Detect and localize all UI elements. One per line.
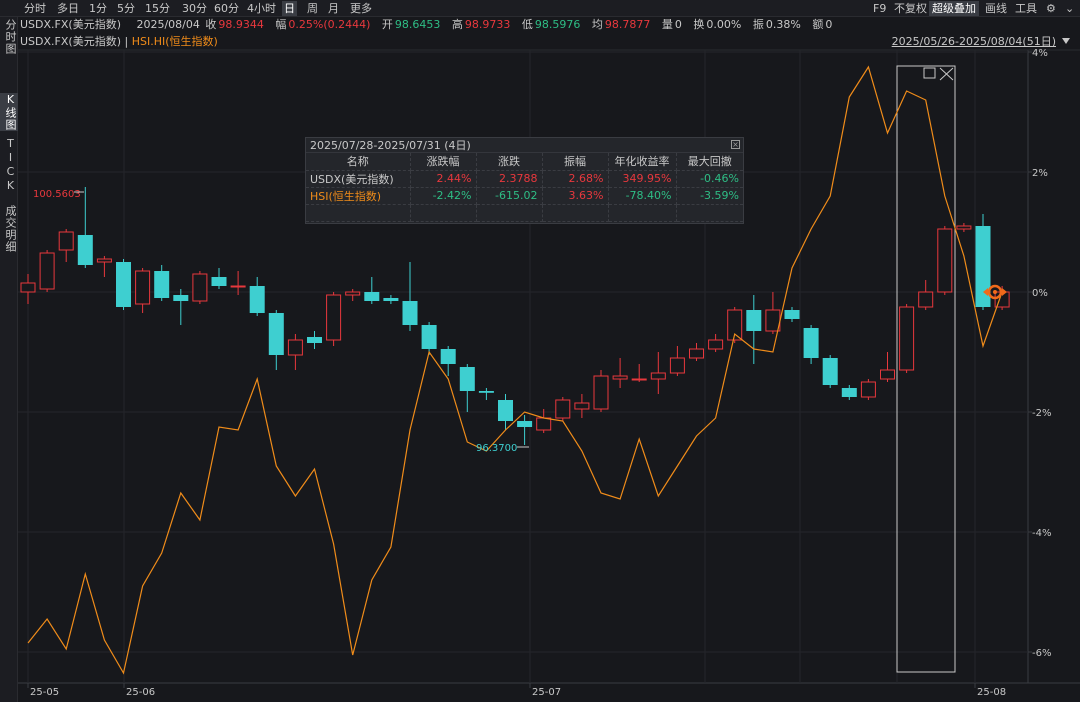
candle-body (669, 357, 685, 374)
candle-body (593, 375, 609, 410)
y-tick-label: -2% (1032, 408, 1051, 419)
candle-body (956, 225, 972, 230)
candle-body (708, 339, 724, 350)
y-tick-label: 0% (1032, 288, 1048, 299)
candle-body (478, 391, 494, 393)
stats-chg: 2.3788 (476, 170, 543, 188)
close-icon[interactable]: × (731, 140, 740, 149)
candle-body (517, 421, 533, 427)
y-tick-label: 4% (1032, 48, 1048, 59)
candle-body (841, 388, 857, 397)
candle-body (498, 400, 513, 421)
min-price-label: 96.3700 (476, 443, 517, 454)
candle-body (880, 369, 895, 380)
stats-header: 涨跌幅 (410, 153, 477, 171)
y-tick-label: -4% (1032, 528, 1051, 539)
stats-dd: -3.59% (676, 187, 743, 205)
stats-annual: 349.95% (608, 170, 677, 188)
x-tick-label: 25-07 (532, 687, 561, 698)
candle-body (116, 262, 131, 307)
candle-body (135, 270, 151, 305)
candle-body (39, 252, 55, 290)
candle-body (402, 301, 418, 325)
y-tick-label: 2% (1032, 168, 1048, 179)
stats-pct: -2.42% (410, 187, 477, 205)
candle-body (822, 358, 838, 385)
interval-stats-panel: 2025/07/28-2025/07/31 (4日) × 名称 涨跌幅 涨跌 振… (305, 137, 744, 224)
stats-dd: -0.46% (676, 170, 743, 188)
candle-body (860, 381, 876, 398)
current-price-dot (993, 290, 997, 294)
stats-annual: -78.40% (608, 187, 677, 205)
candle-body (58, 231, 74, 251)
stats-title: 2025/07/28-2025/07/31 (4日) (310, 139, 471, 152)
candle-body (345, 291, 361, 296)
candle-body (459, 367, 475, 391)
stats-name: HSI(恒生指数) (306, 187, 411, 205)
stats-header: 名称 (306, 153, 411, 171)
stats-pct: 2.44% (410, 170, 477, 188)
candle-body (268, 313, 284, 355)
close-icon[interactable] (939, 67, 954, 81)
candle-body (77, 235, 93, 265)
candle-body (746, 310, 762, 331)
candle-body (689, 348, 704, 359)
stats-header: 涨跌 (476, 153, 543, 171)
stats-header: 振幅 (542, 153, 609, 171)
candle-body (307, 337, 322, 343)
candle-body (612, 375, 628, 380)
stats-row: USDX(美元指数) 2.44% 2.3788 2.68% 349.95% -0… (306, 170, 743, 188)
x-tick-label: 25-05 (30, 687, 59, 698)
kline-chart[interactable]: 4% 2% 0% -2% -4% -6% 25-05 25-06 25-07 25-08 100.5… (0, 0, 1080, 702)
candle-body (287, 339, 303, 356)
candle-body (631, 378, 647, 381)
candle-body (20, 282, 36, 293)
candle-body (650, 372, 666, 380)
x-tick-label: 25-06 (126, 687, 155, 698)
maximize-icon[interactable] (923, 67, 936, 79)
stats-amp: 2.68% (542, 170, 609, 188)
candle-body (899, 306, 915, 371)
candle-body (555, 399, 571, 419)
candle-body (173, 295, 189, 301)
candle-body (192, 273, 208, 302)
candle-body (784, 310, 800, 319)
candle-body (249, 286, 265, 313)
candle-body (364, 292, 380, 301)
stats-chg: -615.02 (476, 187, 543, 205)
stats-table: 名称 涨跌幅 涨跌 振幅 年化收益率 最大回撤 USDX(美元指数) 2.44%… (306, 153, 743, 222)
candle-body (421, 325, 437, 349)
candle-body (211, 277, 227, 286)
candle-body (440, 349, 456, 364)
stats-row-empty (306, 204, 743, 222)
candle-body (154, 271, 170, 298)
candle-body (536, 417, 552, 431)
stats-amp: 3.63% (542, 187, 609, 205)
candle-body (326, 294, 342, 341)
stats-title-bar: 2025/07/28-2025/07/31 (4日) × (306, 138, 743, 153)
stats-header: 年化收益率 (608, 153, 677, 171)
candle-body (230, 285, 246, 288)
stats-name: USDX(美元指数) (306, 170, 411, 188)
y-tick-label: -6% (1032, 648, 1051, 659)
max-price-label: 100.5603 (33, 189, 81, 200)
candle-body (975, 226, 991, 307)
candle-body (383, 298, 399, 301)
candle-body (918, 291, 934, 308)
candle-body (937, 228, 953, 293)
candle-body (574, 402, 590, 410)
x-tick-label: 25-08 (977, 687, 1006, 698)
stats-row: HSI(恒生指数) -2.42% -615.02 3.63% -78.40% -… (306, 187, 743, 205)
stats-header: 最大回撤 (676, 153, 743, 171)
stats-header-row: 名称 涨跌幅 涨跌 振幅 年化收益率 最大回撤 (306, 153, 743, 171)
candle-body (803, 328, 819, 358)
candle-body (96, 258, 112, 263)
